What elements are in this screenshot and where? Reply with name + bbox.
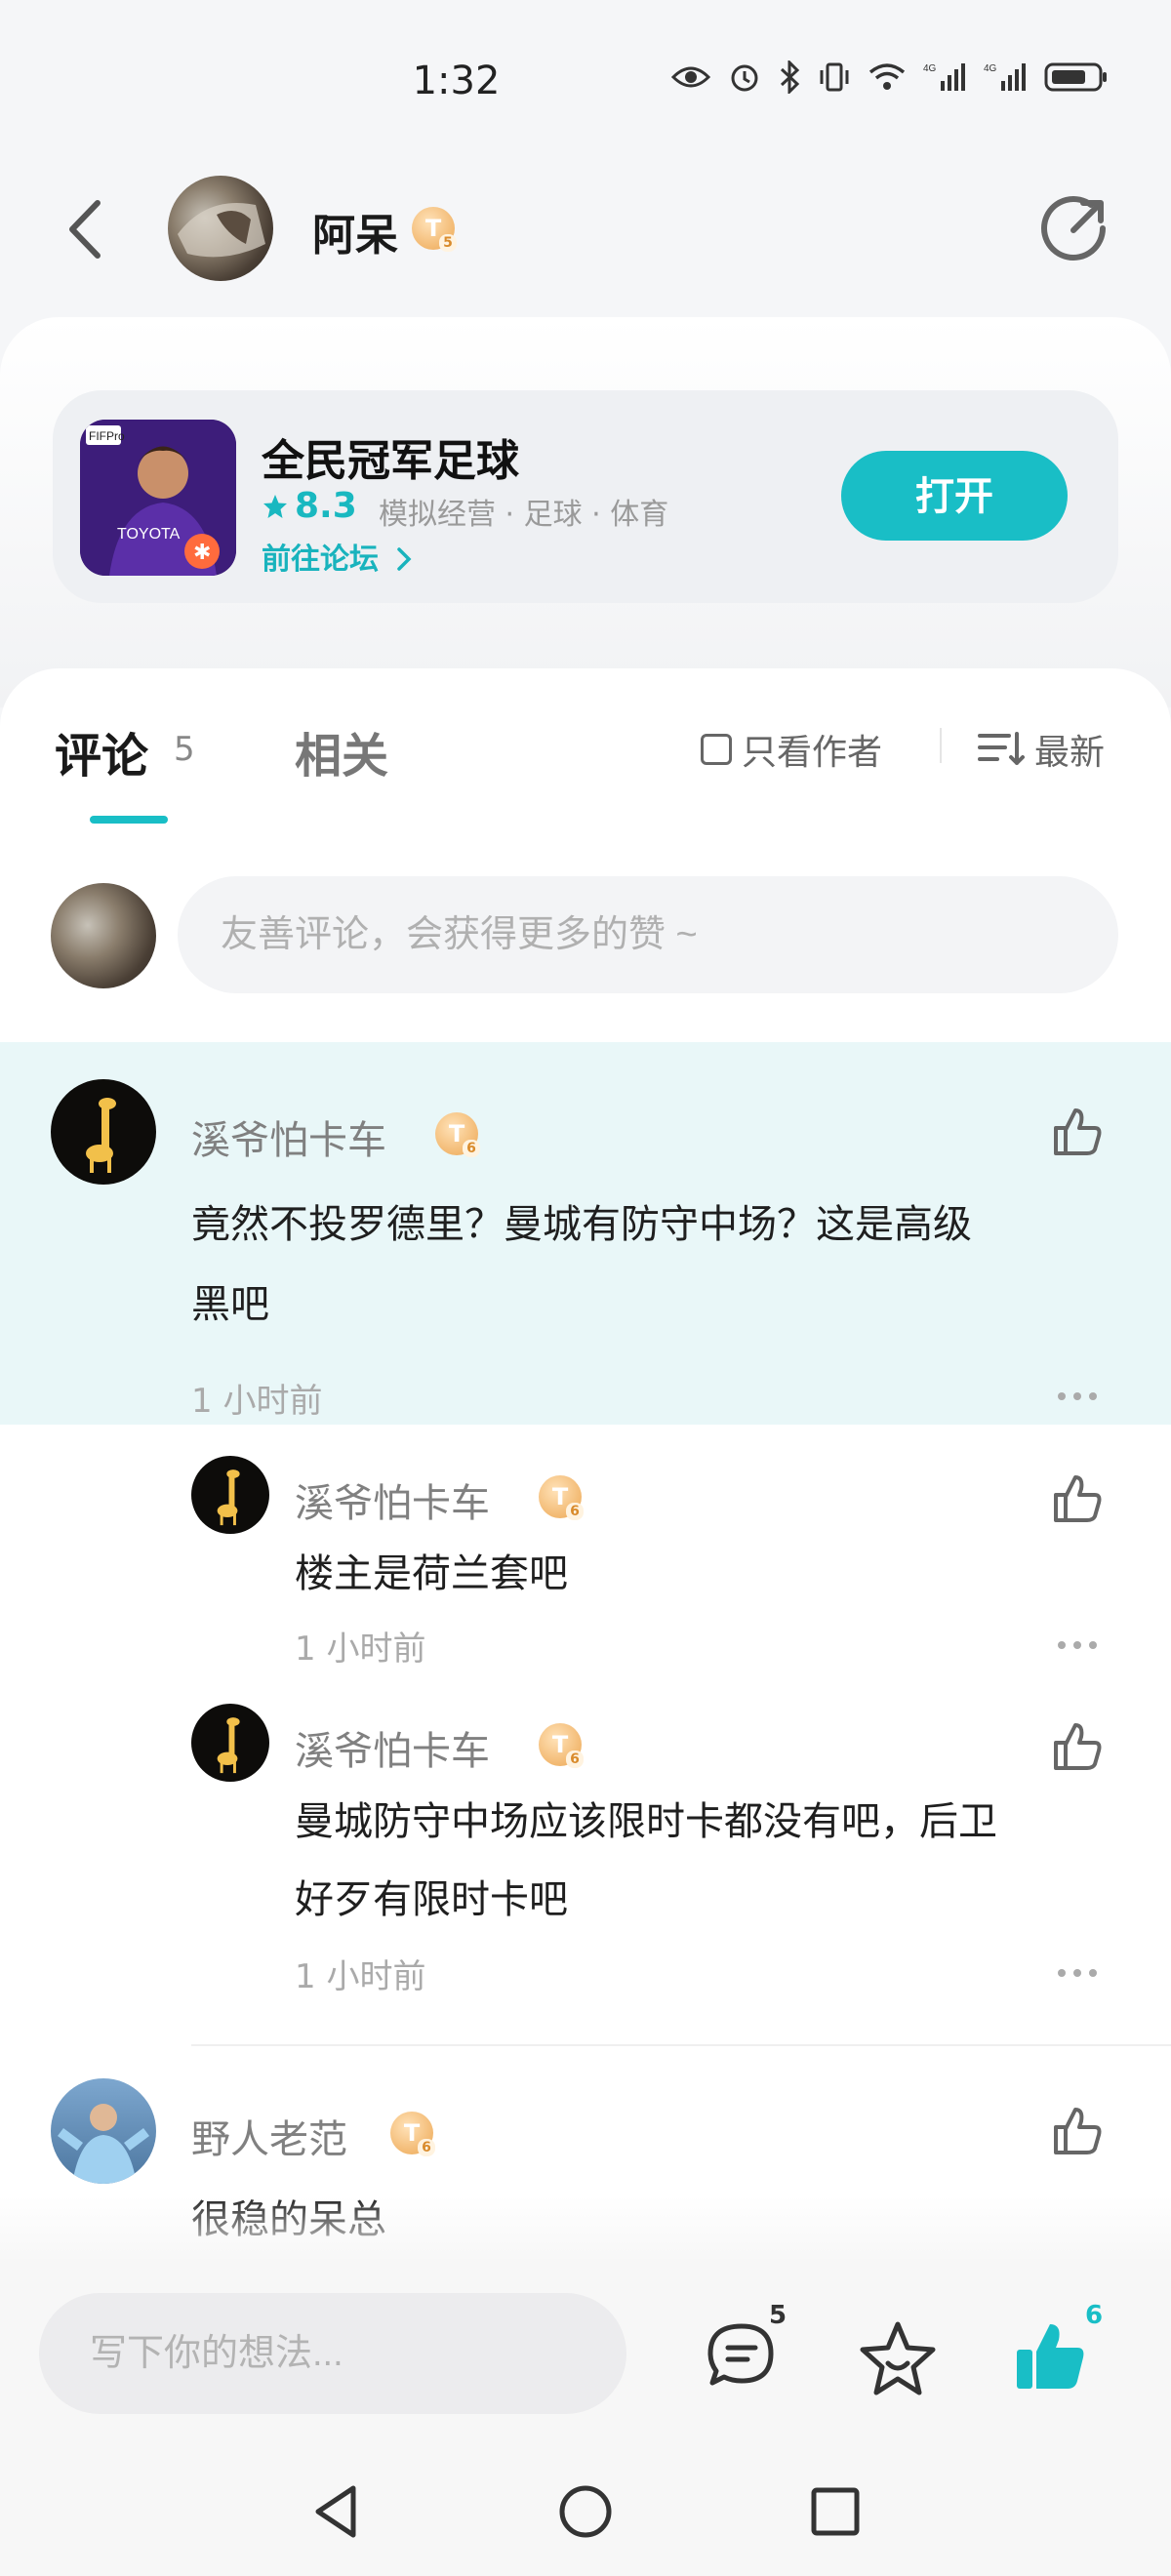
sort-button[interactable]: 最新: [976, 724, 1105, 775]
reply-text: 曼城防守中场应该限时卡都没有吧，后卫: [295, 1799, 997, 1844]
comment-username[interactable]: 野人老范: [191, 2108, 347, 2164]
svg-text:✱: ✱: [193, 540, 211, 564]
my-avatar: [51, 883, 156, 988]
nav-recents-icon[interactable]: [810, 2486, 861, 2537]
like-icon[interactable]: [1050, 1719, 1105, 1774]
tab-comments[interactable]: 评论: [55, 717, 148, 785]
nav-home-icon[interactable]: [558, 2484, 613, 2539]
thumbs-up-filled-icon: [1017, 2324, 1084, 2389]
reply-input[interactable]: [39, 2293, 626, 2414]
app-icon[interactable]: TOYOTA FIFPro ✱: [80, 420, 236, 576]
app-name: 全民冠军足球: [262, 436, 519, 486]
bluetooth-icon: [780, 60, 800, 94]
share-icon[interactable]: [1040, 193, 1110, 263]
favorite-button[interactable]: [857, 2318, 939, 2396]
chevron-right-icon: [397, 547, 412, 571]
star-outline-icon: [860, 2321, 936, 2395]
level-badge: T5: [412, 207, 457, 252]
comment-text: 黑吧: [191, 1282, 269, 1327]
signal-4g-icon: 4G: [923, 63, 965, 91]
forum-link[interactable]: 前往论坛: [262, 535, 414, 578]
commenter-avatar[interactable]: [51, 2078, 156, 2184]
wifi-icon: [868, 63, 906, 90]
more-icon[interactable]: [1056, 1639, 1099, 1651]
sort-icon: [978, 732, 1025, 765]
comments-button[interactable]: [703, 2318, 781, 2396]
reply-text: 楼主是荷兰套吧: [295, 1551, 568, 1596]
commenter-avatar[interactable]: [51, 1079, 156, 1185]
reply-avatar[interactable]: [191, 1456, 269, 1534]
battery-icon: [1044, 62, 1107, 92]
signal-4g-icon-2: 4G: [984, 63, 1026, 91]
reply-text: 好歹有限时卡吧: [295, 1877, 568, 1922]
nav-back-icon[interactable]: [310, 2482, 361, 2541]
reply-avatar[interactable]: [191, 1704, 269, 1782]
like-icon[interactable]: [1050, 1105, 1105, 1159]
comment-icon: [707, 2323, 774, 2386]
reply-username[interactable]: 溪爷怕卡车: [295, 1471, 490, 1528]
tab-related[interactable]: 相关: [295, 717, 388, 785]
bottom-fade: [0, 2195, 1171, 2264]
sort-label: 最新: [1034, 733, 1106, 773]
like-button[interactable]: [1011, 2318, 1089, 2396]
star-icon: [263, 494, 287, 518]
author-avatar[interactable]: [168, 176, 273, 281]
only-author-toggle[interactable]: 只看作者: [701, 724, 882, 775]
back-icon[interactable]: [61, 195, 109, 263]
status-icons: 4G 4G: [671, 60, 1109, 94]
comment-input[interactable]: [178, 876, 1118, 993]
only-author-label: 只看作者: [742, 733, 883, 773]
author-name: 阿呆: [312, 211, 398, 261]
comment-username[interactable]: 溪爷怕卡车: [191, 1108, 386, 1165]
svg-text:4G: 4G: [923, 63, 937, 74]
reply-time: 1 小时前: [295, 1957, 426, 1996]
comment-text: 竟然不投罗德里？曼城有防守中场？这是高级: [191, 1202, 972, 1247]
level-badge: T6: [539, 1475, 584, 1520]
level-badge: T6: [539, 1723, 584, 1768]
eye-icon: [671, 66, 710, 88]
comment-count: 5: [769, 2301, 787, 2330]
more-icon[interactable]: [1056, 1390, 1099, 1402]
divider: [940, 728, 942, 763]
svg-text:4G: 4G: [984, 63, 997, 74]
level-badge: T6: [435, 1112, 480, 1157]
level-badge: T6: [390, 2112, 435, 2156]
checkbox-icon[interactable]: [701, 734, 732, 765]
comment-time: 1 小时前: [191, 1382, 323, 1421]
reply-username[interactable]: 溪爷怕卡车: [295, 1719, 490, 1776]
like-icon[interactable]: [1050, 1471, 1105, 1526]
tab-indicator: [90, 816, 168, 824]
alarm-icon: [731, 64, 758, 92]
reply-time: 1 小时前: [295, 1630, 426, 1669]
like-count: 6: [1085, 2301, 1104, 2330]
more-icon[interactable]: [1056, 1967, 1099, 1979]
app-tags: 模拟经营 · 足球 · 体育: [379, 498, 669, 532]
open-app-button[interactable]: 打开: [841, 451, 1068, 541]
vibrate-icon: [820, 62, 849, 92]
app-rating: 8.3: [262, 486, 357, 526]
comment-divider: [191, 2044, 1171, 2046]
like-icon[interactable]: [1050, 2104, 1105, 2158]
svg-text:FIFPro: FIFPro: [89, 429, 125, 443]
svg-text:TOYOTA: TOYOTA: [117, 526, 181, 543]
tab-comments-count: 5: [174, 730, 195, 769]
